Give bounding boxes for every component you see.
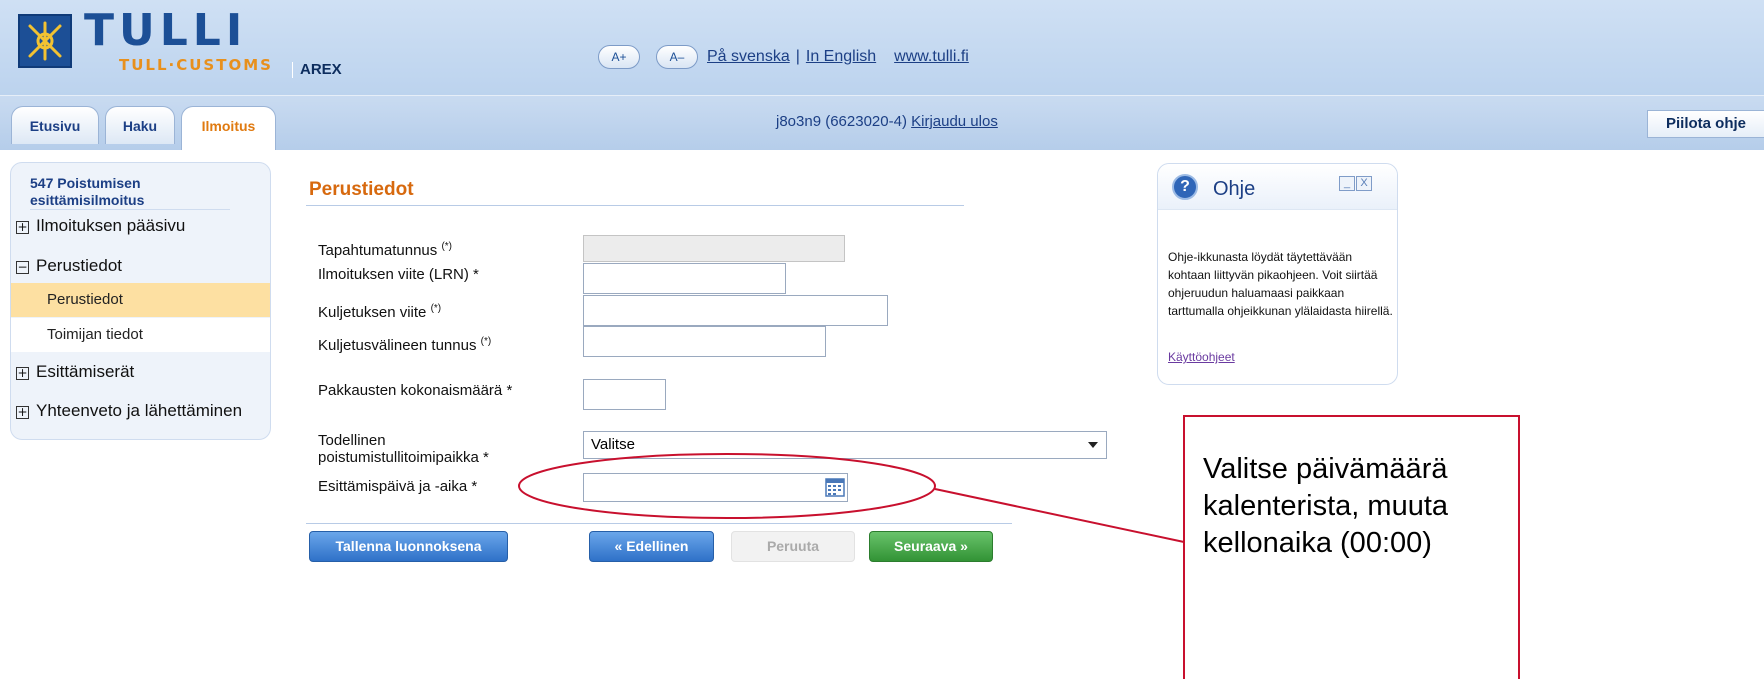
logo-subtitle: TULL·CUSTOMS xyxy=(119,56,273,74)
sidebar-title: 547 Poistumisen esittämisilmoitus xyxy=(30,175,230,210)
expand-icon[interactable]: + xyxy=(16,221,29,234)
tab-etusivu[interactable]: Etusivu xyxy=(11,106,99,144)
sidebar-item-perustiedot-group[interactable]: − Perustiedot xyxy=(11,256,270,276)
field-label-esittamispaiva: Esittämispäivä ja -aika * xyxy=(318,478,478,495)
font-decrease-button[interactable]: A– xyxy=(656,45,698,69)
logout-link[interactable]: Kirjaudu ulos xyxy=(911,113,998,130)
close-icon[interactable]: X xyxy=(1356,176,1372,191)
calendar-icon[interactable] xyxy=(825,477,845,497)
annotation-callout-text: Valitse päivämäärä kalenterista, muuta k… xyxy=(1203,453,1449,559)
help-question-icon: ? xyxy=(1172,174,1198,200)
sidebar-item-toimijan-tiedot[interactable]: Toimijan tiedot xyxy=(11,318,270,352)
help-panel: ? Ohje _ X Ohje-ikkunasta löydät täytett… xyxy=(1157,163,1398,385)
hide-help-button[interactable]: Piilota ohje xyxy=(1647,110,1764,138)
presentation-datetime-input[interactable] xyxy=(583,473,848,502)
field-label-kuljetusvalineen-tunnus: Kuljetusvälineen tunnus (*) xyxy=(318,336,492,354)
english-link[interactable]: In English xyxy=(806,48,876,65)
link-separator: | xyxy=(795,48,800,65)
app-name-separator xyxy=(292,62,293,78)
user-guide-link[interactable]: Käyttöohjeet xyxy=(1168,350,1235,364)
transport-reference-input[interactable] xyxy=(583,295,888,326)
user-info: j8o3n9 (6623020-4) Kirjaudu ulos xyxy=(776,113,998,130)
button-bar-divider xyxy=(306,523,1012,524)
sidebar-item-esittamiserat[interactable]: + Esittämiserät xyxy=(11,362,270,382)
tab-haku[interactable]: Haku xyxy=(105,106,175,144)
field-label-pakkausten-kokonaismaara: Pakkausten kokonaismäärä * xyxy=(318,382,513,399)
minimize-icon[interactable]: _ xyxy=(1339,176,1355,191)
expand-icon[interactable]: + xyxy=(16,367,29,380)
sidebar-item-label: Yhteenveto ja lähettäminen xyxy=(36,401,243,420)
swedish-link[interactable]: På svenska xyxy=(707,48,790,65)
field-label-tapahtumatunnus: Tapahtumatunnus (*) xyxy=(318,241,452,259)
annotation-callout: Valitse päivämäärä kalenterista, muuta k… xyxy=(1183,415,1520,679)
help-title: Ohje xyxy=(1213,178,1256,200)
page-header: TULLI TULL·CUSTOMS AREX A+ A– På svenska… xyxy=(0,0,1764,150)
chevron-down-icon xyxy=(1088,442,1098,448)
help-text: Ohje-ikkunasta löydät täytettävään kohta… xyxy=(1168,250,1393,318)
header-divider xyxy=(0,95,1764,96)
app-name: AREX xyxy=(300,61,342,78)
sidebar-item-ilmoituksen-paasivu[interactable]: + Ilmoituksen pääsivu xyxy=(11,216,270,236)
collapse-icon[interactable]: − xyxy=(16,261,29,274)
lrn-input[interactable] xyxy=(583,263,786,294)
tulli-emblem-icon xyxy=(18,14,72,68)
sidebar: 547 Poistumisen esittämisilmoitus + Ilmoi… xyxy=(10,162,271,440)
previous-button[interactable]: « Edellinen xyxy=(589,531,714,562)
sidebar-item-label: Perustiedot xyxy=(36,256,122,275)
logo-wordmark: TULLI xyxy=(84,5,248,56)
field-label-lrn: Ilmoituksen viite (LRN) * xyxy=(318,266,479,283)
save-draft-button[interactable]: Tallenna luonnoksena xyxy=(309,531,508,562)
font-increase-button[interactable]: A+ xyxy=(598,45,640,69)
package-count-input[interactable] xyxy=(583,379,666,410)
tapahtumatunnus-input xyxy=(583,235,845,262)
cancel-button: Peruuta xyxy=(731,531,855,562)
sidebar-item-label: Esittämiserät xyxy=(36,362,135,381)
user-id: j8o3n9 (6623020-4) xyxy=(776,113,907,130)
exit-office-select[interactable]: Valitse xyxy=(583,431,1107,459)
tab-ilmoitus[interactable]: Ilmoitus xyxy=(181,106,276,150)
sidebar-item-perustiedot[interactable]: Perustiedot xyxy=(11,283,270,317)
field-label-kuljetuksen-viite: Kuljetuksen viite (*) xyxy=(318,303,442,321)
conditional-marker: (*) xyxy=(430,303,442,314)
help-panel-header[interactable]: ? Ohje _ X xyxy=(1158,164,1397,210)
expand-icon[interactable]: + xyxy=(16,406,29,419)
section-divider xyxy=(306,205,964,206)
section-title: Perustiedot xyxy=(309,179,414,200)
field-label-poistumistullitoimipaikka: Todellinen poistumistullitoimipaikka * xyxy=(318,432,489,466)
conditional-marker: (*) xyxy=(441,241,452,252)
conditional-marker: (*) xyxy=(480,336,492,347)
sidebar-item-label: Ilmoituksen pääsivu xyxy=(36,216,186,235)
sidebar-item-yhteenveto[interactable]: + Yhteenveto ja lähettäminen xyxy=(11,401,270,421)
vehicle-id-input[interactable] xyxy=(583,326,826,357)
next-button[interactable]: Seuraava » xyxy=(869,531,993,562)
exit-office-selected-value: Valitse xyxy=(591,436,635,453)
language-links: På svenska | In English www.tulli.fi xyxy=(707,48,969,66)
website-link[interactable]: www.tulli.fi xyxy=(894,48,969,65)
